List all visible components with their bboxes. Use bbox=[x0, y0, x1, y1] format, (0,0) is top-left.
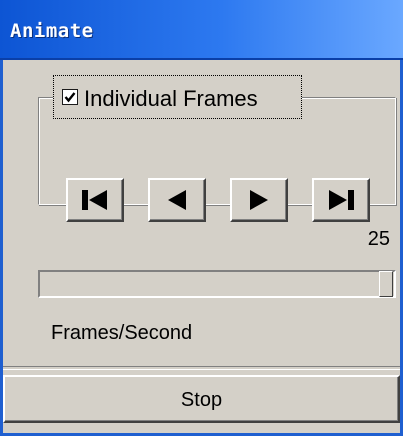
first-frame-button[interactable] bbox=[66, 178, 124, 222]
skip-to-start-icon bbox=[82, 190, 107, 210]
individual-frames-checkbox[interactable] bbox=[62, 89, 78, 105]
window-body: Individual Frames 25 Frames/Second Stop bbox=[0, 60, 403, 436]
speed-slider[interactable] bbox=[38, 270, 396, 298]
individual-frames-label: Individual Frames bbox=[84, 86, 258, 111]
title-bar[interactable]: Animate bbox=[0, 0, 403, 60]
speed-slider-thumb[interactable] bbox=[379, 271, 393, 297]
individual-frames-checkbox-row[interactable]: Individual Frames bbox=[53, 75, 302, 119]
checkmark-icon bbox=[64, 92, 76, 103]
frames-per-second-label: Frames/Second bbox=[51, 322, 193, 344]
skip-to-end-icon bbox=[329, 190, 354, 210]
divider bbox=[3, 366, 400, 370]
animate-window: Animate Individual Frames 25 Frames/Seco… bbox=[0, 0, 403, 436]
window-title: Animate bbox=[10, 20, 94, 42]
step-forward-icon bbox=[250, 190, 268, 210]
previous-frame-button[interactable] bbox=[148, 178, 206, 222]
stop-button[interactable]: Stop bbox=[3, 375, 400, 423]
step-back-icon bbox=[168, 190, 186, 210]
next-frame-button[interactable] bbox=[230, 178, 288, 222]
last-frame-button[interactable] bbox=[312, 178, 370, 222]
frames-per-second-value: 25 bbox=[367, 228, 390, 250]
